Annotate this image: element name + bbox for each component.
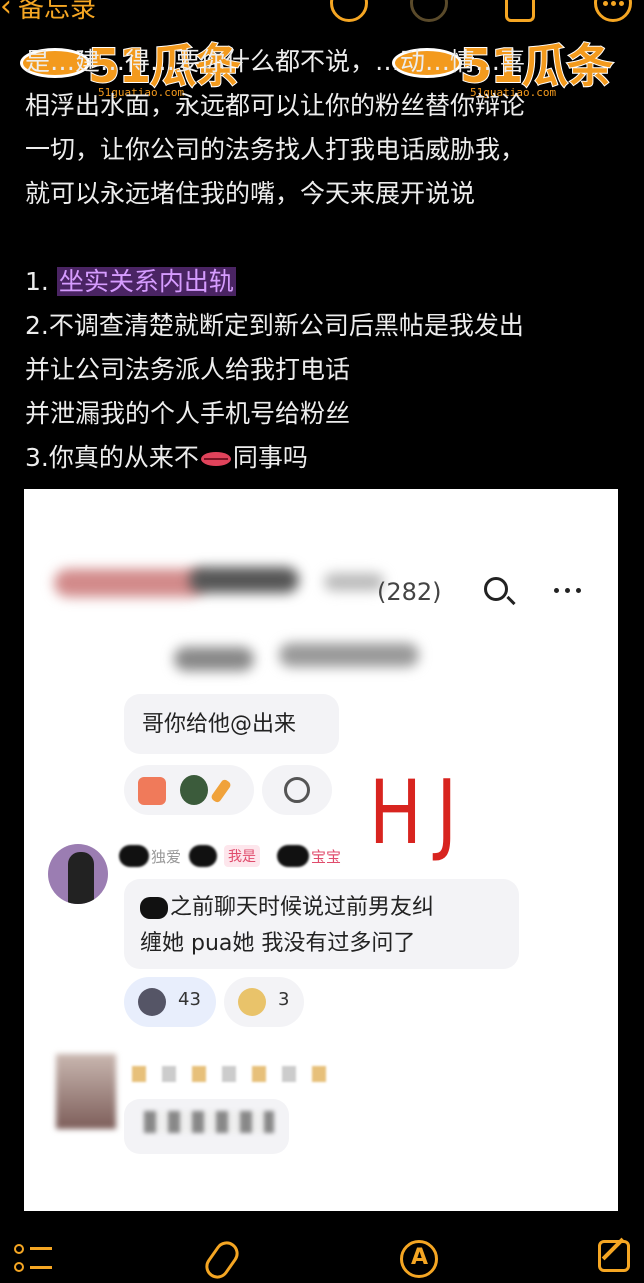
avatar xyxy=(56,1054,116,1129)
add-reaction xyxy=(262,765,332,815)
sender-name: 独爱 我是 宝宝 xyxy=(119,845,349,871)
blurred-title xyxy=(54,569,204,597)
compose-icon[interactable] xyxy=(598,1240,630,1272)
blurred-subtitle xyxy=(279,643,419,667)
reaction-chip: 3 xyxy=(224,977,304,1027)
list-item-1: 1. 坐实关系内出轨 xyxy=(25,267,236,296)
checklist-icon[interactable] xyxy=(14,1240,52,1276)
blurred-subtitle xyxy=(174,647,254,671)
more-icon[interactable] xyxy=(594,0,632,22)
redo-icon[interactable] xyxy=(410,0,448,22)
back-button[interactable]: ‹ 备忘录 xyxy=(0,0,96,26)
member-count: (282) xyxy=(377,578,442,606)
bottom-toolbar xyxy=(0,1212,644,1283)
list-item-2-cont: 并让公司法务派人给我打电话 xyxy=(25,355,351,384)
reaction-chip: 43 xyxy=(124,977,216,1027)
note-line: 就可以永远堵住我的嘴，今天来展开说说 xyxy=(25,179,476,208)
lips-emoji-icon xyxy=(200,452,231,466)
list-item-2-cont: 并泄漏我的个人手机号给粉丝 xyxy=(25,399,351,428)
group-tag: 我是 xyxy=(224,845,260,867)
chevron-left-icon: ‹ xyxy=(0,0,12,24)
list-item-2: 2.不调查清楚就断定到新公司后黑帖是我发出 xyxy=(25,311,524,340)
note-line: 是…建…得…要你什么都不说，…动…情…喜 xyxy=(25,47,526,76)
markup-icon[interactable] xyxy=(400,1240,438,1278)
undo-icon[interactable] xyxy=(330,0,368,22)
share-icon[interactable] xyxy=(505,0,535,22)
reaction-chip xyxy=(124,765,254,815)
list-item-3: 3.你真的从来不 同事吗 xyxy=(25,443,308,472)
handwritten-annotation: HJ xyxy=(369,761,472,864)
top-toolbar: ‹ 备忘录 xyxy=(0,0,644,28)
thumbs-up-icon xyxy=(138,777,166,805)
message-bubble: 哥你给他@出来 xyxy=(124,694,339,754)
note-line: 相浮出水面，永远都可以让你的粉丝替你辩论 xyxy=(25,91,526,120)
sender-name xyxy=(132,1066,342,1082)
blurred-title xyxy=(324,573,384,591)
message-bubble: 之前聊天时候说过前男友纠 缠她 pua她 我没有过多问了 xyxy=(124,879,519,969)
note-line: 一切，让你公司的法务找人打我电话威胁我， xyxy=(25,135,526,164)
back-label: 备忘录 xyxy=(18,0,97,24)
highlighted-text: 坐实关系内出轨 xyxy=(56,267,236,296)
avatar xyxy=(180,775,208,805)
chat-header: (282) xyxy=(24,489,618,694)
dark-face-emoji-icon xyxy=(138,988,166,1016)
paperclip-icon[interactable] xyxy=(200,1236,244,1283)
message-bubble xyxy=(124,1099,289,1154)
cat-emoji-icon xyxy=(238,988,266,1016)
search-icon xyxy=(484,577,508,601)
avatar xyxy=(48,844,108,904)
note-body[interactable]: 是…建…得…要你什么都不说，…动…情…喜 相浮出水面，永远都可以让你的粉丝替你辩… xyxy=(25,40,625,480)
embedded-chat-screenshot[interactable]: (282) 哥你给他@出来 HJ 独爱 我是 宝宝 之前聊天时候说过前男友纠 缠… xyxy=(24,489,618,1211)
smile-plus-icon xyxy=(284,777,310,803)
blurred-title xyxy=(189,567,299,593)
carrot-icon xyxy=(210,778,232,804)
